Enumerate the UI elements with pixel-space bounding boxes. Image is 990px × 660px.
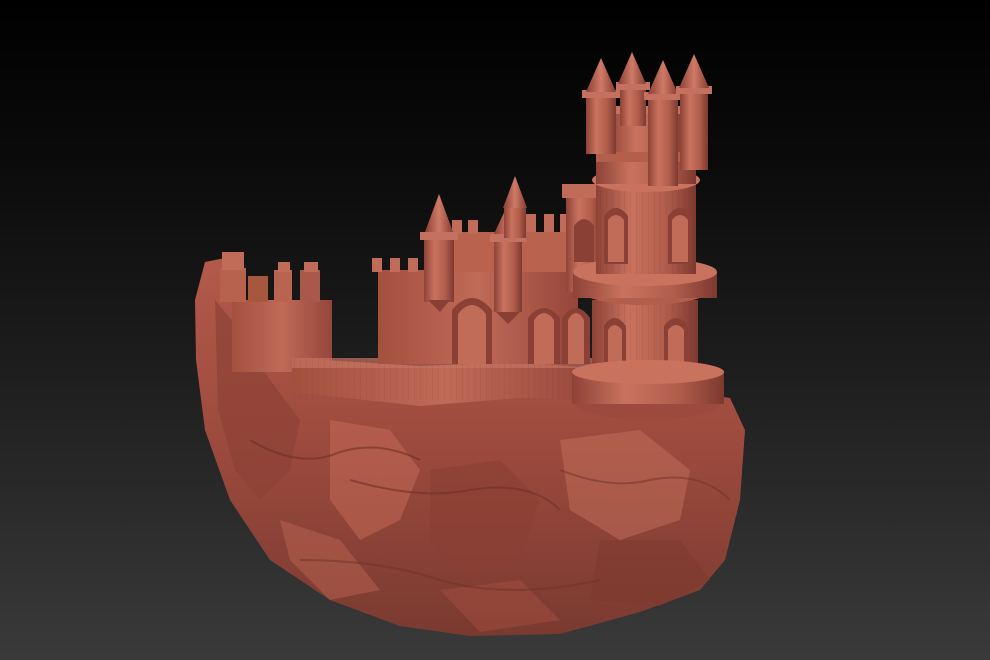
left-battlement — [220, 252, 332, 372]
left-spire-tower — [420, 194, 458, 312]
back-spire-tower — [503, 176, 527, 238]
castle-main-building — [372, 214, 590, 364]
front-curved-wall — [292, 358, 600, 406]
castle-on-rock-model[interactable] — [0, 0, 990, 660]
viewport[interactable] — [0, 0, 990, 660]
